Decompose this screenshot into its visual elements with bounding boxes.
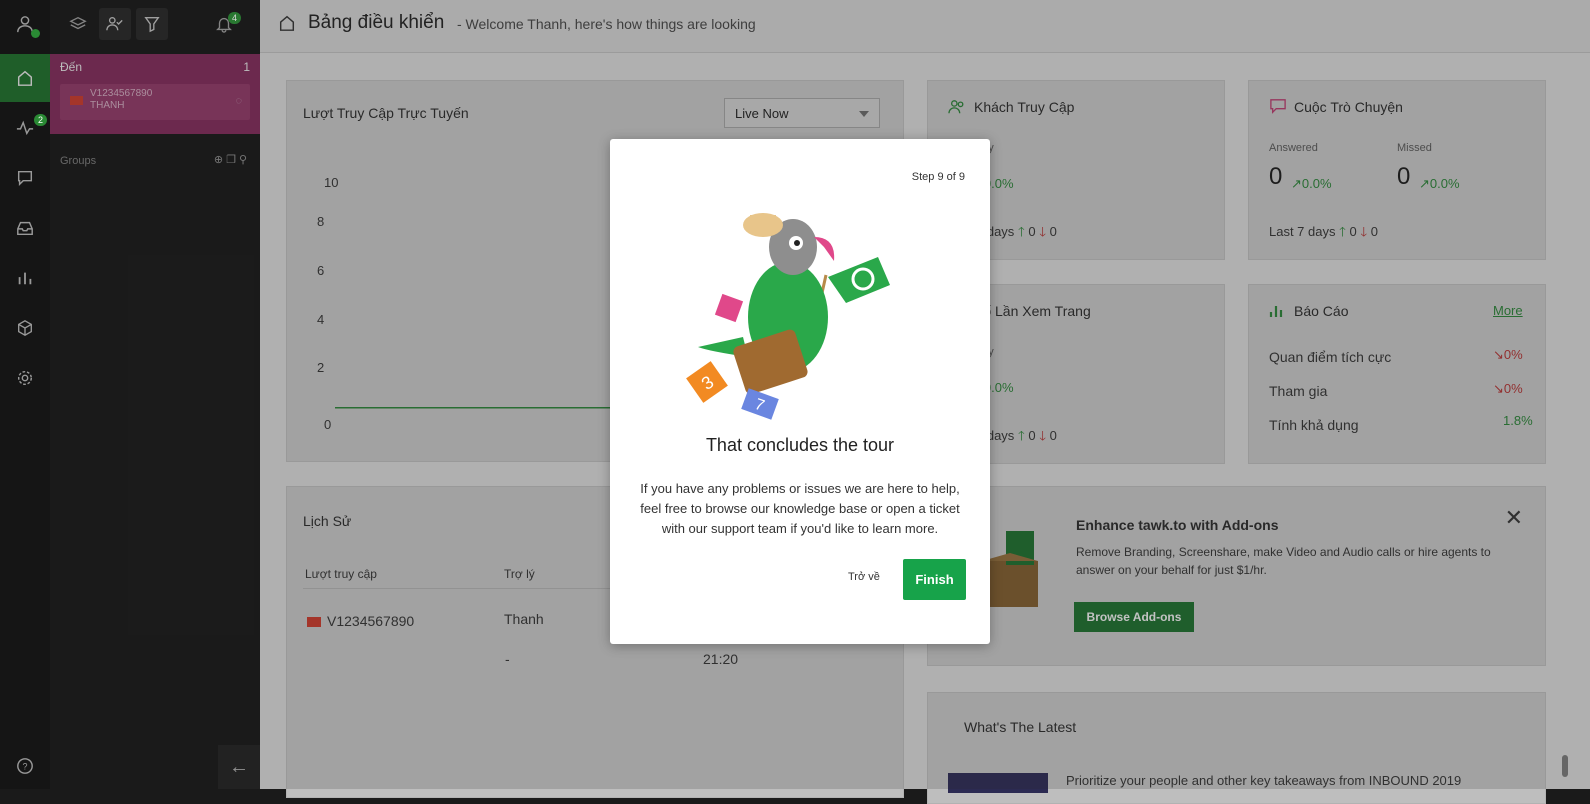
tour-back-button[interactable]: Trở về — [848, 571, 880, 583]
settings-icon[interactable] — [0, 354, 50, 402]
profile-icon[interactable] — [0, 0, 50, 48]
svg-text:?: ? — [22, 762, 27, 772]
parrot-illustration: 3 7 — [686, 213, 890, 420]
online-status-dot — [31, 29, 40, 38]
tour-title: That concludes the tour — [705, 435, 895, 455]
tour-finish-button[interactable]: Finish — [903, 559, 966, 600]
left-rail: 2 ? — [0, 0, 50, 789]
monitoring-icon[interactable]: 2 — [0, 104, 50, 152]
chat-icon[interactable] — [0, 154, 50, 202]
addons-icon[interactable] — [0, 304, 50, 352]
home-icon[interactable] — [0, 54, 50, 102]
reports-icon[interactable] — [0, 254, 50, 302]
help-icon[interactable]: ? — [0, 742, 50, 790]
scrollbar[interactable] — [1562, 755, 1568, 777]
monitoring-badge: 2 — [34, 114, 48, 126]
tour-modal: Step 9 of 9 3 7 That concludes the tour … — [610, 139, 990, 644]
inbox-icon[interactable] — [0, 204, 50, 252]
tour-body: If you have any problems or issues we ar… — [640, 481, 960, 536]
tour-step: Step 9 of 9 — [911, 171, 965, 183]
